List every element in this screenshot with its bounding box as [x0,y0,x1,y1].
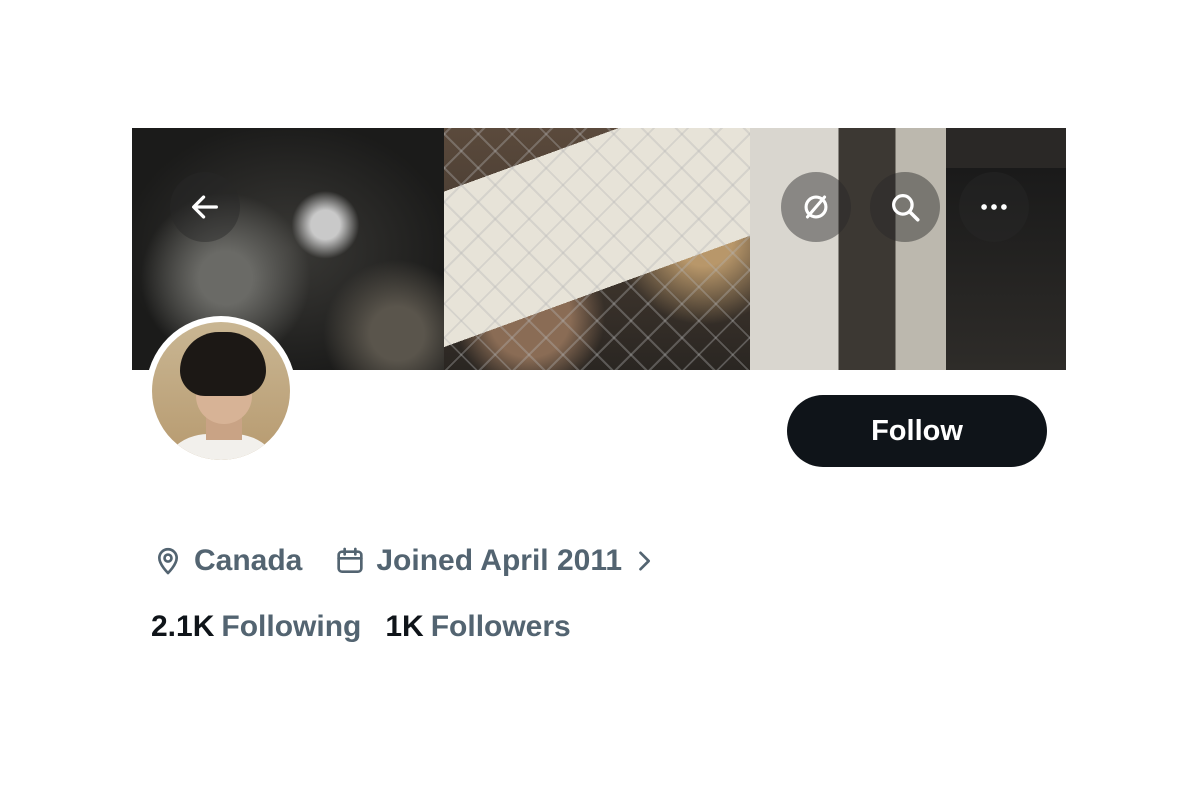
followers-count: 1K [385,610,424,643]
following-count: 2.1K [151,610,215,643]
joined-date-text: Joined April 2011 [376,544,623,577]
avatar[interactable] [146,316,296,466]
location-text: Canada [194,544,303,577]
avatar-photo [152,322,290,460]
search-button[interactable] [870,172,940,242]
chevron-right-icon[interactable] [630,547,658,575]
location-pin-icon [158,547,178,575]
profile-banner[interactable] [132,128,1066,370]
translate-toggle-button[interactable] [781,172,851,242]
profile-meta: Canada Joined April 2011 [152,538,658,584]
no-translate-icon [804,195,828,219]
following-link[interactable]: 2.1K Following [151,610,361,644]
calendar-icon [337,547,364,573]
search-icon [892,194,920,222]
more-button[interactable] [959,172,1029,242]
arrow-left-icon [192,195,218,219]
profile-stats: 2.1K Following 1K Followers [151,604,571,650]
banner-fence-overlay [444,128,750,370]
followers-label: Followers [430,610,571,643]
followers-link[interactable]: 1K Followers [385,610,570,644]
back-button[interactable] [170,172,240,242]
following-label: Following [221,610,362,643]
more-icon [981,204,1007,210]
banner-photo-3 [750,128,1066,370]
follow-button[interactable]: Follow [787,395,1047,467]
